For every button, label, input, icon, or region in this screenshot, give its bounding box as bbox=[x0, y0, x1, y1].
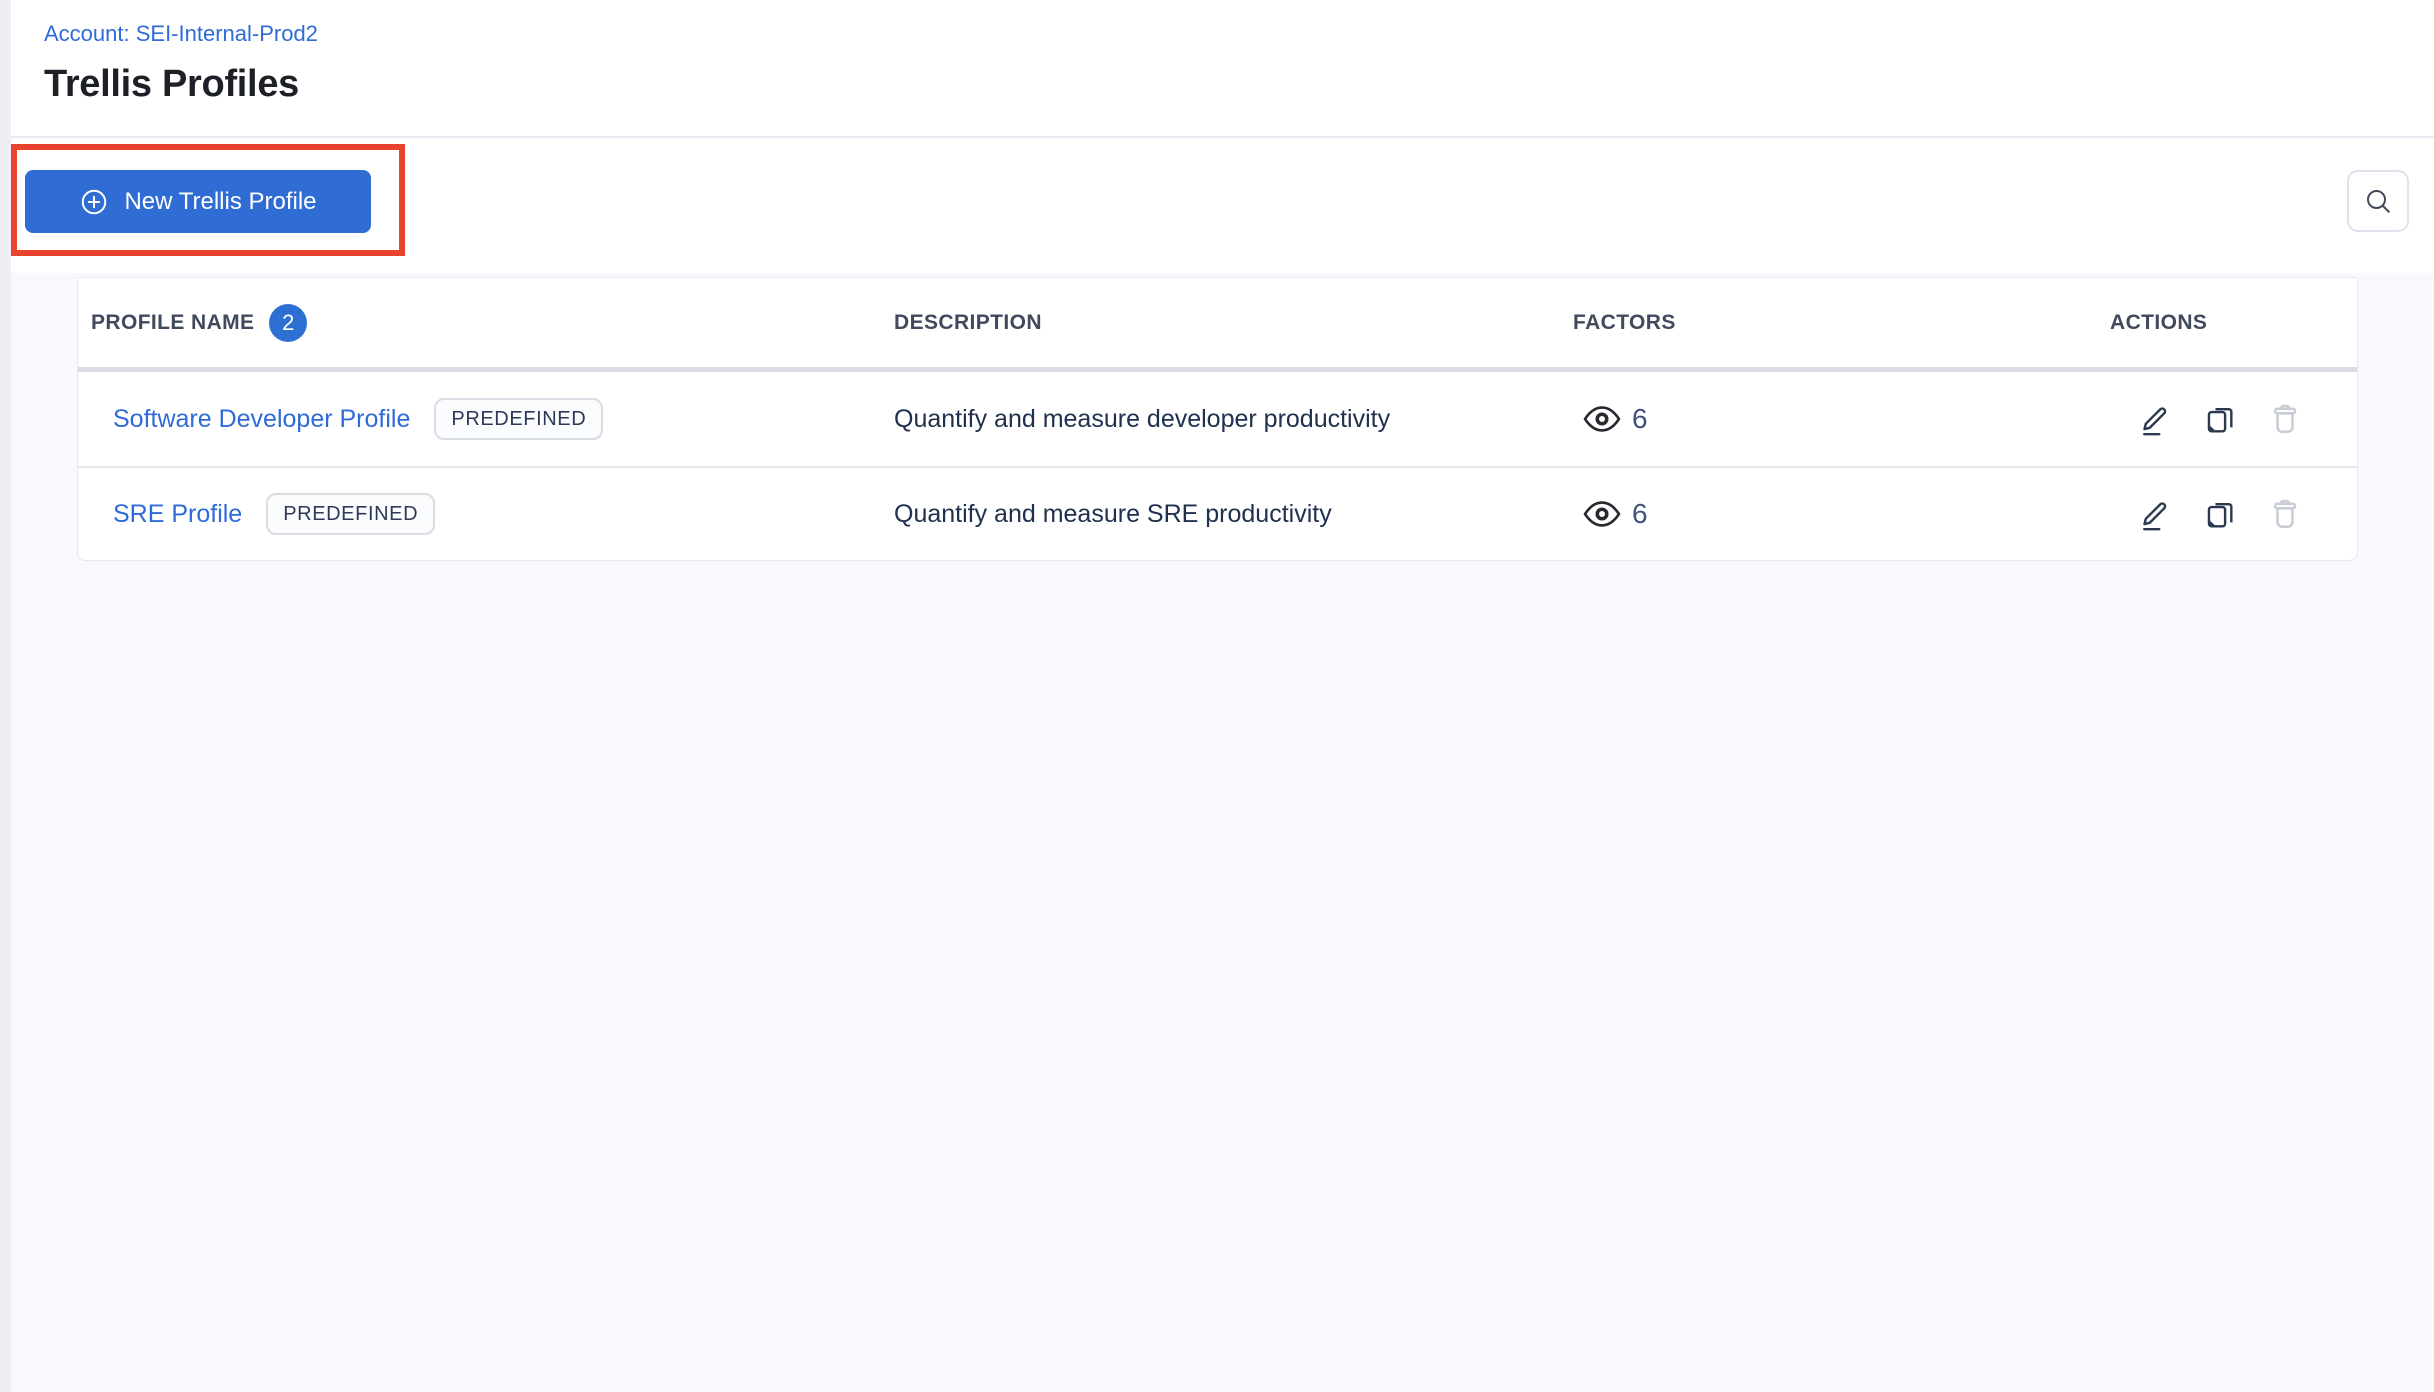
page-title: Trellis Profiles bbox=[44, 63, 299, 105]
pencil-icon bbox=[2138, 401, 2172, 437]
delete-profile-button[interactable] bbox=[2266, 493, 2304, 535]
profile-name-link[interactable]: SRE Profile bbox=[113, 500, 242, 529]
edit-profile-button[interactable] bbox=[2136, 398, 2174, 440]
factors-cell: 6 bbox=[1573, 403, 2110, 435]
search-icon bbox=[2363, 186, 2393, 216]
clone-profile-button[interactable] bbox=[2201, 493, 2239, 535]
column-header-description: DESCRIPTION bbox=[894, 310, 1042, 334]
profile-description: Quantify and measure SRE productivity bbox=[894, 499, 1332, 528]
column-header-profile-name: PROFILE NAME 2 bbox=[91, 303, 894, 342]
content-area: PROFILE NAME 2 DESCRIPTION FACTORS ACTIO… bbox=[0, 273, 2434, 1392]
search-button[interactable] bbox=[2347, 170, 2409, 232]
predefined-badge: PREDEFINED bbox=[434, 398, 604, 440]
factors-cell: 6 bbox=[1573, 498, 2110, 530]
delete-profile-button[interactable] bbox=[2266, 398, 2304, 440]
trellis-profiles-page: Account: SEI-Internal-Prod2 Trellis Prof… bbox=[0, 0, 2434, 1392]
predefined-badge: PREDEFINED bbox=[266, 493, 436, 535]
profile-name-cell: Software Developer Profile PREDEFINED bbox=[91, 398, 894, 440]
profile-name-cell: SRE Profile PREDEFINED bbox=[91, 493, 894, 535]
table-row: SRE Profile PREDEFINED Quantify and meas… bbox=[78, 466, 2357, 560]
column-header-factors: FACTORS bbox=[1573, 310, 1676, 334]
page-header: Account: SEI-Internal-Prod2 Trellis Prof… bbox=[44, 20, 318, 106]
plus-circle-icon bbox=[79, 187, 109, 217]
clone-profile-button[interactable] bbox=[2201, 398, 2239, 440]
copy-icon bbox=[2203, 401, 2237, 437]
copy-icon bbox=[2203, 496, 2237, 532]
eye-icon bbox=[1583, 500, 1621, 528]
left-gutter bbox=[0, 0, 11, 1392]
table-row: Software Developer Profile PREDEFINED Qu… bbox=[78, 372, 2357, 466]
profile-count-badge: 2 bbox=[269, 303, 308, 342]
actions-cell bbox=[2110, 398, 2357, 440]
actions-cell bbox=[2110, 493, 2357, 535]
toolbar: New Trellis Profile bbox=[0, 138, 2434, 273]
account-breadcrumb-link[interactable]: Account: SEI-Internal-Prod2 bbox=[44, 20, 318, 48]
trash-icon bbox=[2268, 401, 2302, 437]
profile-name-header-label: PROFILE NAME bbox=[91, 310, 255, 334]
profile-description: Quantify and measure developer productiv… bbox=[894, 404, 1391, 433]
eye-icon bbox=[1583, 405, 1621, 433]
factors-count: 6 bbox=[1632, 403, 1648, 434]
new-trellis-profile-button[interactable]: New Trellis Profile bbox=[25, 170, 371, 233]
profiles-table: PROFILE NAME 2 DESCRIPTION FACTORS ACTIO… bbox=[77, 277, 2358, 561]
profile-name-link[interactable]: Software Developer Profile bbox=[113, 405, 410, 434]
column-header-actions: ACTIONS bbox=[2110, 310, 2208, 334]
factors-count: 6 bbox=[1632, 498, 1648, 529]
trash-icon bbox=[2268, 496, 2302, 532]
new-trellis-profile-label: New Trellis Profile bbox=[124, 187, 317, 215]
edit-profile-button[interactable] bbox=[2136, 493, 2174, 535]
table-header-row: PROFILE NAME 2 DESCRIPTION FACTORS ACTIO… bbox=[78, 278, 2357, 372]
pencil-icon bbox=[2138, 496, 2172, 532]
